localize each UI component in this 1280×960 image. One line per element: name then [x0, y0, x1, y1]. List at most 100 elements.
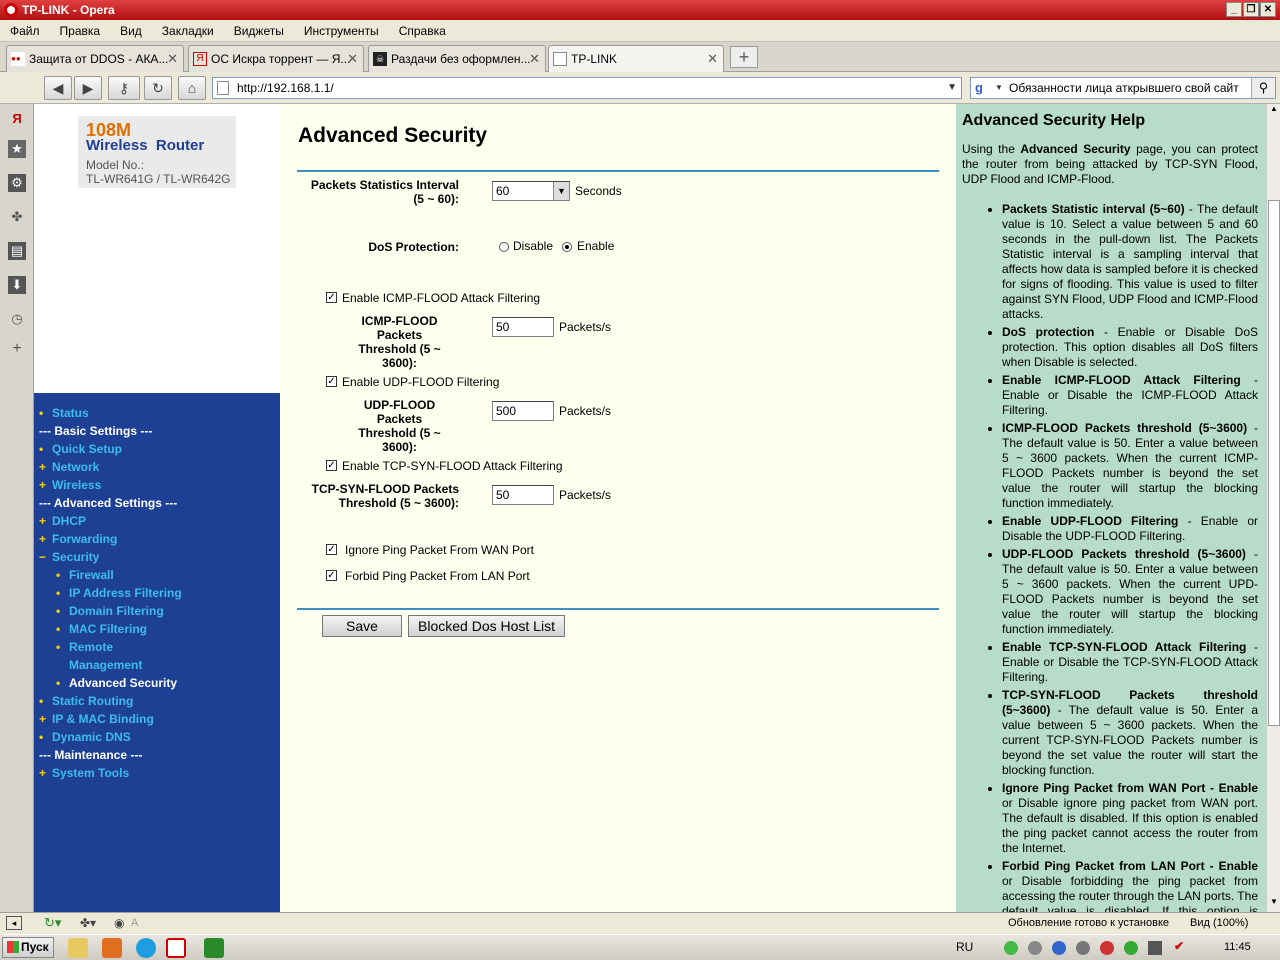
chevron-down-icon[interactable]: ▼	[995, 78, 1003, 98]
interval-select[interactable]: 60 ▼	[492, 181, 570, 201]
menu-widgets[interactable]: Виджеты	[224, 20, 294, 42]
forward-button[interactable]: ▶	[74, 76, 102, 100]
udp-checkbox[interactable]: ✓	[326, 376, 337, 387]
close-tab-icon[interactable]: ✕	[347, 46, 358, 72]
nav-item[interactable]: Management	[56, 656, 142, 674]
menu-view[interactable]: Вид	[110, 20, 152, 42]
nav-item[interactable]: • Status	[39, 404, 89, 422]
menu-help[interactable]: Справка	[389, 20, 456, 42]
icmp-threshold-input[interactable]: 50	[492, 317, 554, 337]
maximize-button[interactable]: ❐	[1243, 2, 1259, 17]
tray-icon[interactable]	[1124, 941, 1138, 955]
nav-item[interactable]: + Wireless	[39, 476, 101, 494]
menu-bookmarks[interactable]: Закладки	[152, 20, 224, 42]
tab-ddos[interactable]: ●● Защита от DDOS - АКА... ✕	[6, 45, 184, 72]
explorer-icon[interactable]	[68, 938, 88, 958]
blocked-dos-host-list-button[interactable]: Blocked Dos Host List	[408, 615, 565, 637]
widgets-icon[interactable]: ⚙	[8, 174, 26, 192]
search-icon[interactable]: ⚲	[1251, 78, 1275, 98]
yandex-icon[interactable]: Я	[8, 110, 26, 128]
tray-icon[interactable]	[1004, 941, 1018, 955]
nav-item[interactable]: • Quick Setup	[39, 440, 122, 458]
zoom-level[interactable]: Вид (100%)	[1190, 913, 1248, 933]
tcp-threshold-label: TCP-SYN-FLOOD Packets Threshold (5 ~ 3600…	[311, 482, 459, 510]
tray-icon[interactable]	[1100, 941, 1114, 955]
tray-icon[interactable]	[1076, 941, 1090, 955]
nav-item[interactable]: + DHCP	[39, 512, 86, 530]
nav-item-label: --- Basic Settings ---	[39, 424, 153, 438]
tray-icon[interactable]	[1052, 941, 1066, 955]
nav-item[interactable]: • MAC Filtering	[56, 620, 147, 638]
key-icon[interactable]: ⚷	[108, 76, 140, 100]
nav-item[interactable]: • Firewall	[56, 566, 114, 584]
search-input[interactable]: g ▼ Обязанности лица аткрывшего свой сай…	[970, 77, 1276, 99]
nav-item[interactable]: • Remote	[56, 638, 113, 656]
bullet-icon: •	[56, 676, 61, 690]
globe-icon[interactable]: ◉	[114, 915, 126, 931]
menu-file[interactable]: Файл	[0, 20, 50, 42]
page-title: Advanced Security	[298, 124, 488, 147]
wan-ping-checkbox[interactable]: ✓	[326, 544, 337, 555]
tray-icon[interactable]	[1028, 941, 1042, 955]
history-icon[interactable]: ◷	[8, 310, 26, 328]
nav-item[interactable]: − Security	[39, 548, 99, 566]
tray-icon[interactable]: ✔	[1174, 939, 1188, 955]
back-button[interactable]: ◀	[44, 76, 72, 100]
nav-item[interactable]: • IP Address Filtering	[56, 584, 182, 602]
opera-taskbar-icon[interactable]	[166, 938, 186, 958]
tab-razdachi[interactable]: ☠ Раздачи без оформлен... ✕	[368, 45, 546, 72]
tcp-threshold-input[interactable]: 50	[492, 485, 554, 505]
unite-icon[interactable]: ✤	[8, 208, 26, 226]
close-tab-icon[interactable]: ✕	[707, 46, 718, 72]
address-bar[interactable]: http://192.168.1.1/ ▼	[212, 77, 962, 99]
menu-tools[interactable]: Инструменты	[294, 20, 389, 42]
close-tab-icon[interactable]: ✕	[529, 46, 540, 72]
nav-item[interactable]: + Network	[39, 458, 99, 476]
close-tab-icon[interactable]: ✕	[167, 46, 178, 72]
tcp-checkbox[interactable]: ✓	[326, 460, 337, 471]
nav-item[interactable]: • Advanced Security	[56, 674, 177, 692]
start-button[interactable]: Пуск	[2, 937, 54, 958]
nav-item[interactable]: • Dynamic DNS	[39, 728, 131, 746]
dos-enable-radio[interactable]	[562, 242, 572, 252]
nav-item[interactable]: • Domain Filtering	[56, 602, 164, 620]
unite-status-icon[interactable]: ✤▾	[80, 915, 102, 931]
app-taskbar-icon[interactable]	[204, 938, 224, 958]
dos-disable-radio[interactable]	[499, 242, 509, 252]
media-player-icon[interactable]	[102, 938, 122, 958]
downloads-icon[interactable]: ⬇	[8, 276, 26, 294]
google-icon[interactable]: g	[975, 80, 991, 96]
chevron-down-icon[interactable]: ▼	[947, 78, 957, 98]
scroll-thumb[interactable]	[1268, 200, 1280, 726]
save-button[interactable]: Save	[322, 615, 402, 637]
udp-threshold-input[interactable]: 500	[492, 401, 554, 421]
vertical-scrollbar[interactable]: ▲ ▼	[1266, 104, 1280, 912]
home-button[interactable]: ⌂	[178, 76, 206, 100]
nav-item[interactable]: + Forwarding	[39, 530, 117, 548]
scroll-down-icon[interactable]: ▼	[1268, 897, 1280, 911]
model-number: TL-WR641G / TL-WR642G	[86, 172, 231, 186]
bookmarks-icon[interactable]: ★	[8, 140, 26, 158]
chevron-down-icon[interactable]: ▼	[553, 182, 569, 200]
nav-item[interactable]: + IP & MAC Binding	[39, 710, 154, 728]
close-window-button[interactable]: ✕	[1260, 2, 1276, 17]
notes-icon[interactable]: ▤	[8, 242, 26, 260]
turbo-icon[interactable]: ↻▾	[44, 915, 66, 931]
tab-tplink[interactable]: TP-LINK ✕	[548, 45, 724, 73]
nav-item[interactable]: • Static Routing	[39, 692, 133, 710]
panel-toggle-icon[interactable]: ◂	[6, 916, 22, 930]
menu-edit[interactable]: Правка	[50, 20, 111, 42]
scroll-up-icon[interactable]: ▲	[1268, 104, 1280, 118]
icmp-checkbox[interactable]: ✓	[326, 292, 337, 303]
reload-button[interactable]: ↻	[144, 76, 172, 100]
new-tab-button[interactable]: +	[730, 46, 758, 68]
nav-item[interactable]: + System Tools	[39, 764, 129, 782]
add-panel-icon[interactable]: +	[8, 340, 26, 358]
language-indicator[interactable]: RU	[956, 940, 973, 954]
tab-iskra[interactable]: Я ОС Искра торрент — Я... ✕	[188, 45, 364, 72]
minimize-button[interactable]: _	[1226, 2, 1242, 17]
skype-icon[interactable]	[136, 938, 156, 958]
lan-ping-checkbox[interactable]: ✓	[326, 570, 337, 581]
divider	[297, 608, 939, 610]
tray-icon[interactable]	[1148, 941, 1162, 955]
